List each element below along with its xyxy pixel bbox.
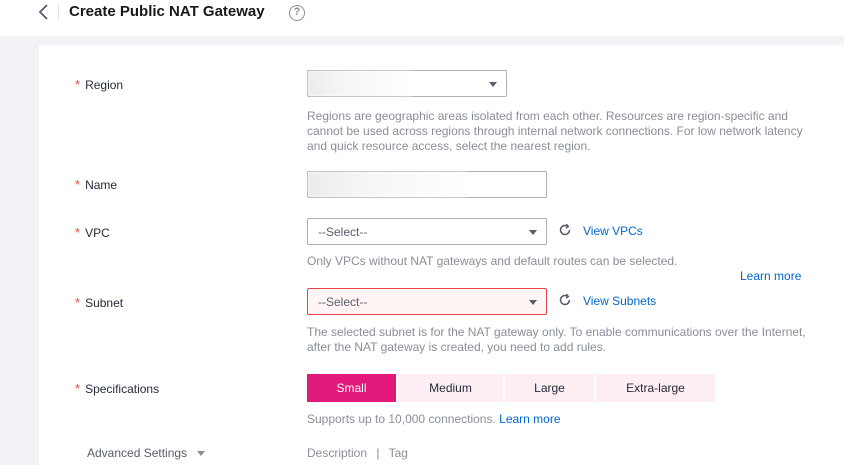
specifications-help-text: Supports up to 10,000 connections. [307,412,496,426]
page-title: Create Public NAT Gateway [69,3,265,20]
spec-option-small[interactable]: Small [307,374,398,402]
region-help-line: Regions are geographic areas isolated fr… [307,109,788,123]
advanced-settings-toggle[interactable]: Advanced Settings [87,446,187,460]
specifications-label-text: Specifications [85,382,160,396]
subnet-label: * Subnet [75,295,123,310]
chevron-down-icon[interactable] [197,451,205,456]
name-value-redacted [308,172,468,197]
vpc-help: Only VPCs without NAT gateways and defau… [307,254,678,268]
subnet-help-line: The selected subnet is for the NAT gatew… [307,325,806,339]
chevron-down-icon [529,230,537,235]
chevron-down-icon [529,300,537,305]
required-marker: * [75,177,81,192]
separator: | [376,446,380,460]
vpc-select[interactable]: --Select-- [307,218,547,245]
subnet-select-value: --Select-- [318,295,368,309]
chevron-down-icon [489,82,497,87]
vpc-select-value: --Select-- [318,225,368,239]
region-label-text: Region [85,78,124,92]
tag-option: Tag [388,446,408,460]
region-help: Regions are geographic areas isolated fr… [307,109,803,154]
page-header: Create Public NAT Gateway ? [0,0,844,36]
region-help-line: and quick resource access, select the ne… [307,139,591,153]
advanced-settings-summary: Description | Tag [307,446,408,460]
name-label-text: Name [85,178,118,192]
header-divider [58,4,59,20]
spec-option-medium[interactable]: Medium [398,374,505,402]
name-label: * Name [75,177,117,192]
required-marker: * [75,295,81,310]
region-label: * Region [75,77,123,92]
region-value-redacted [308,71,413,96]
view-subnets-link[interactable]: View Subnets [583,294,656,308]
learn-more-link[interactable]: Learn more [740,269,801,283]
refresh-icon[interactable] [558,293,572,307]
required-marker: * [75,77,81,92]
spec-option-extra-large[interactable]: Extra-large [596,374,715,402]
learn-more-link[interactable]: Learn more [499,412,560,426]
region-help-line: cannot be used across regions through in… [307,124,803,138]
subnet-help: The selected subnet is for the NAT gatew… [307,325,806,355]
spec-option-large[interactable]: Large [505,374,596,402]
specifications-label: * Specifications [75,381,159,396]
region-select[interactable] [307,70,507,97]
description-option: Description [307,446,368,460]
specifications-help: Supports up to 10,000 connections. Learn… [307,412,561,427]
vpc-label: * VPC [75,225,110,240]
subnet-label-text: Subnet [85,296,124,310]
required-marker: * [75,225,81,240]
vpc-label-text: VPC [85,226,110,240]
help-icon[interactable]: ? [289,5,305,21]
specifications-segmented-control: Small Medium Large Extra-large [307,374,715,402]
subnet-select[interactable]: --Select-- [307,288,547,315]
back-arrow-icon[interactable] [36,2,52,22]
view-vpcs-link[interactable]: View VPCs [583,224,643,238]
name-input[interactable] [307,171,547,198]
required-marker: * [75,381,81,396]
subnet-help-line: after the NAT gateway is created, you ne… [307,340,607,354]
refresh-icon[interactable] [558,223,572,237]
